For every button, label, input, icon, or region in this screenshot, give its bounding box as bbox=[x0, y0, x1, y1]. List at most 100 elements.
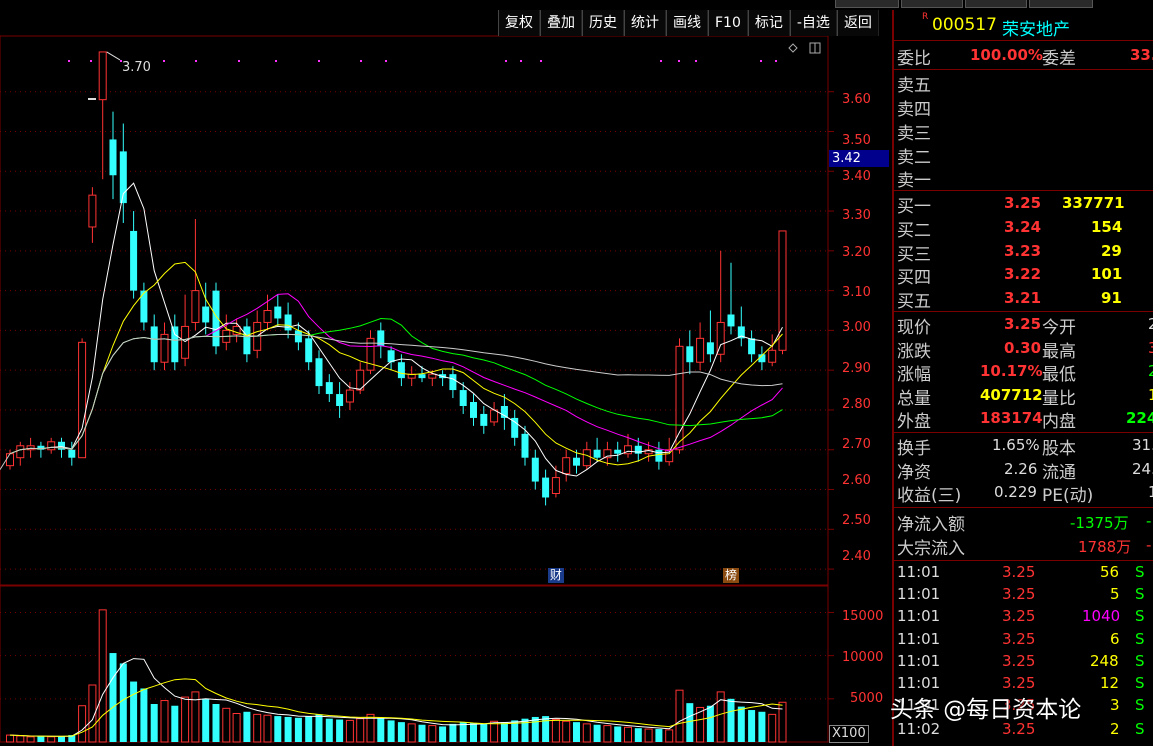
kline-chart-area[interactable]: 复权 叠加 历史 统计 画线 F10 标记 -自选 返回 3.70 3.42 财… bbox=[0, 0, 892, 746]
candle-down-body bbox=[686, 346, 694, 363]
price-tick-label: 3.10 bbox=[842, 285, 871, 300]
quote-label: 今开 bbox=[1042, 318, 1076, 338]
price-tick-label: 3.00 bbox=[842, 320, 871, 335]
change-value: 0.30 bbox=[1004, 339, 1042, 357]
event-dot bbox=[520, 60, 522, 62]
volume-bar-down bbox=[140, 688, 148, 742]
volume-bar-up bbox=[490, 720, 499, 743]
candle-down-body bbox=[500, 405, 508, 418]
sell-level-label: 卖三 bbox=[897, 124, 931, 144]
sell-row: 卖一 bbox=[894, 166, 1153, 191]
quote-label: 现价 bbox=[897, 318, 931, 338]
volume-bar-up bbox=[778, 701, 787, 743]
quote-label: 最低 bbox=[1042, 365, 1076, 385]
tick-row: 11:01 3.25 6 S bbox=[897, 630, 1153, 652]
tick-price: 3.25 bbox=[1002, 607, 1036, 625]
volume-bar-up bbox=[644, 728, 653, 743]
buy-volume: 29 bbox=[1101, 242, 1122, 260]
volume-tick-label: 5000 bbox=[850, 691, 884, 706]
rz-mark: R bbox=[922, 12, 929, 22]
volume-bar-down bbox=[758, 711, 766, 742]
ma10-line bbox=[9, 261, 783, 466]
stock-code[interactable]: 000517 bbox=[932, 15, 997, 35]
share-capital-value: 31. bbox=[1132, 436, 1153, 454]
window-tab[interactable] bbox=[901, 0, 963, 8]
weibi-row: 委比 100.00% 委差 33. bbox=[894, 44, 1153, 69]
ma60-line bbox=[9, 333, 783, 455]
stock-name[interactable]: 荣安地产 bbox=[1002, 15, 1070, 40]
price-tick-label: 3.50 bbox=[842, 133, 871, 148]
volume-bar-down bbox=[37, 736, 45, 742]
pe-value: 1 bbox=[1148, 483, 1153, 501]
candle-up-body bbox=[263, 310, 272, 323]
weibi-value: 100.00% bbox=[970, 46, 1043, 64]
volume-bar-down bbox=[377, 717, 385, 742]
finance-event-badge[interactable]: 财 bbox=[547, 568, 564, 583]
candle-up-body bbox=[191, 290, 200, 323]
tick-side: S bbox=[1135, 563, 1145, 581]
quote-row: 总量 407712 量比 1 bbox=[894, 384, 1153, 409]
window-tab[interactable] bbox=[965, 0, 1027, 8]
volume-bar-down bbox=[634, 728, 642, 742]
volume-bar-up bbox=[253, 713, 262, 743]
candle-down-body bbox=[284, 314, 292, 331]
volume-bar-down bbox=[593, 724, 601, 742]
buy-row: 买二 3.24 154 bbox=[894, 216, 1153, 241]
diamond-icon bbox=[788, 43, 798, 53]
volume-bar-up bbox=[6, 734, 14, 743]
volume-bar-down bbox=[480, 723, 488, 742]
volume-bar-down bbox=[212, 704, 220, 742]
volume-bar-down bbox=[439, 726, 447, 742]
high-price-marker: 3.70 bbox=[122, 60, 151, 75]
buy-level-label: 买四 bbox=[897, 268, 931, 288]
high-value: 3 bbox=[1148, 339, 1153, 357]
quote-row: 现价 3.25 今开 2 bbox=[894, 313, 1153, 338]
weibi-label: 委比 bbox=[897, 49, 931, 69]
toolbar-stats-button[interactable]: 统计 bbox=[624, 10, 666, 36]
buy-level-label: 买一 bbox=[897, 197, 931, 217]
tick-price: 3.25 bbox=[1002, 585, 1036, 603]
candle-down-body bbox=[418, 374, 426, 379]
price-tick-label: 2.50 bbox=[842, 513, 871, 528]
toolbar-f10-button[interactable]: F10 bbox=[708, 10, 748, 36]
buy-row: 买一 3.25 337771 bbox=[894, 192, 1153, 217]
toolbar-draw-line-button[interactable]: 画线 bbox=[666, 10, 708, 36]
toolbar-watchlist-button[interactable]: -自选 bbox=[789, 10, 837, 36]
event-dot bbox=[760, 60, 762, 62]
stats-row: 换手 1.65% 股本 31. bbox=[894, 434, 1153, 459]
tick-volume: 6 bbox=[1110, 630, 1120, 648]
toolbar-restore-rights-button[interactable]: 复权 bbox=[498, 10, 540, 36]
toolbar-mark-button[interactable]: 标记 bbox=[747, 10, 790, 36]
kline-chart-svg[interactable] bbox=[0, 0, 892, 746]
buy-level-label: 买五 bbox=[897, 292, 931, 312]
candle-up-body bbox=[551, 477, 560, 495]
quote-label: 涨跌 bbox=[897, 342, 931, 362]
ranking-event-badge[interactable]: 榜 bbox=[723, 568, 740, 583]
total-volume-value: 407712 bbox=[980, 386, 1043, 404]
volume-bar-down bbox=[284, 716, 292, 742]
toolbar-history-button[interactable]: 历史 bbox=[582, 10, 624, 36]
toolbar-back-button[interactable]: 返回 bbox=[836, 10, 879, 36]
volume-bar-down bbox=[614, 726, 622, 742]
event-dot bbox=[68, 60, 70, 62]
flow-label: 净流入额 bbox=[897, 515, 965, 535]
volume-bar-up bbox=[181, 696, 190, 743]
stock-header: R 000517 荣安地产 bbox=[894, 10, 1153, 40]
current-price-label: 3.42 bbox=[829, 150, 889, 167]
volume-bar-down bbox=[109, 653, 117, 742]
ma5-line bbox=[9, 182, 783, 477]
tick-time: 11:01 bbox=[897, 652, 941, 670]
volume-bar-up bbox=[675, 689, 684, 743]
tick-time: 11:01 bbox=[897, 585, 941, 603]
stats-label: 流通 bbox=[1042, 463, 1076, 483]
toolbar-overlay-button[interactable]: 叠加 bbox=[540, 10, 582, 36]
volume-bar-up bbox=[232, 713, 241, 743]
price-tick-label: 2.60 bbox=[842, 473, 871, 488]
volume-bar-down bbox=[449, 723, 457, 742]
divider bbox=[894, 560, 1153, 561]
buy-price: 3.21 bbox=[1004, 289, 1042, 307]
window-tab[interactable] bbox=[1029, 0, 1093, 8]
candle-down-body bbox=[130, 230, 138, 291]
flow-label: 大宗流入 bbox=[897, 539, 965, 559]
candle-down-body bbox=[542, 477, 550, 498]
